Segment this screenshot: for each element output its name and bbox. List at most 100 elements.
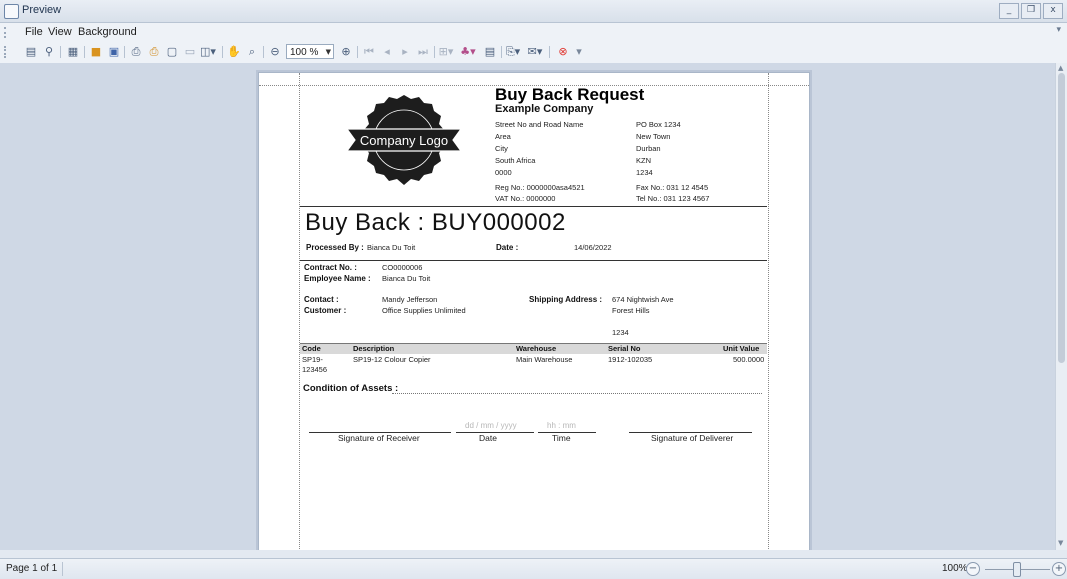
window-controls: _ ❒ x [999,3,1063,19]
company-logo: Company Logo [345,95,463,185]
signature-date-label: Date [479,433,497,443]
next-page-icon[interactable]: ▸ [397,44,413,60]
row-code: SP19- [302,355,323,364]
hand-tool-icon[interactable]: ✋ [226,44,242,60]
company-name: Example Company [495,103,594,115]
toolbar-grip [4,46,6,58]
menu-background[interactable]: Background [78,26,137,38]
column-header-unit-value: Unit Value [723,344,760,353]
toolbar-separator [263,46,264,58]
vertical-scroll-thumb[interactable] [1058,73,1065,363]
menu-bar: File View Background ▾ [0,23,1067,41]
scale-icon[interactable]: ◫▾ [200,44,216,60]
address-line: Street No and Road Name [495,120,584,129]
reg-no: Reg No.: 0000000asa4521 [495,183,585,192]
postal-line: 1234 [636,168,653,177]
quick-print-icon[interactable]: ⎙ [146,44,162,60]
toolbar-separator [222,46,223,58]
zoom-out-icon[interactable]: ⊖ [267,44,283,60]
thumbnails-icon[interactable]: ▦ [65,44,81,60]
date-label: Date : [496,243,519,252]
menu-overflow-chevron-icon[interactable]: ▾ [1056,25,1061,35]
zoom-combobox[interactable]: 100 % ▼ [286,44,334,59]
document-map-icon[interactable]: ▤ [23,44,39,60]
save-icon[interactable]: ▣ [106,44,122,60]
shipping-line: Forest Hills [612,306,650,315]
send-email-icon[interactable]: ✉▾ [527,44,543,60]
preview-app-icon [4,4,19,19]
header-footer-icon[interactable]: ▭ [182,44,198,60]
shipping-address-label: Shipping Address : [529,295,603,304]
dropdown-arrow-icon[interactable]: ▼ [326,45,331,60]
page-margin-right [768,73,769,550]
postal-line: Durban [636,144,661,153]
vat-no: VAT No.: 0000000 [495,194,556,203]
menu-view[interactable]: View [48,26,72,38]
toolbar-separator [501,46,502,58]
scroll-up-icon[interactable]: ▲ [1058,64,1063,72]
logo-text: Company Logo [360,133,448,148]
open-icon[interactable]: ■ [88,44,104,60]
toolbar-separator [84,46,85,58]
scroll-down-icon[interactable]: ▼ [1058,539,1063,547]
row-code-cont: 123456 [302,365,328,374]
toolbar-separator [60,46,61,58]
contact-value: Mandy Jefferson [382,295,438,304]
header-divider [300,206,767,207]
page-info: Page 1 of 1 [6,563,58,574]
minimize-button[interactable]: _ [999,3,1019,19]
row-serial: 1912-102035 [608,355,653,364]
signature-receiver-label: Signature of Receiver [338,433,420,443]
close-preview-icon[interactable]: ⊗ [555,44,571,60]
details-divider [300,260,767,261]
customer-value: Office Supplies Unlimited [382,306,466,315]
contact-label: Contact : [304,295,339,304]
toolbar-separator [124,46,125,58]
address-line: City [495,144,508,153]
fax-no: Fax No.: 031 12 4545 [636,183,709,192]
toolbar-separator [549,46,550,58]
customer-label: Customer : [304,306,347,315]
status-bar: Page 1 of 1 100% − + [0,558,1067,579]
page-color-icon[interactable]: ♣▾ [460,44,476,60]
first-page-icon[interactable]: ⏮ [361,44,377,60]
horizontal-scrollbar[interactable] [0,550,1067,558]
address-line: Area [495,132,511,141]
magnifier-icon[interactable]: ⌕ [244,44,260,60]
date-placeholder: dd / mm / yyyy [465,421,517,430]
column-header-warehouse: Warehouse [516,344,557,353]
toolbar-separator [434,46,435,58]
toolbar-overflow-chevron-icon[interactable]: ▾ [571,44,587,60]
window-title: Preview [22,4,62,16]
page-margin-left [299,73,300,550]
postal-line: KZN [636,156,651,165]
status-separator [62,562,63,576]
document-viewer[interactable]: Company Logo Buy Back Request Example Co… [0,63,1055,550]
find-icon[interactable]: ⚲ [41,44,57,60]
vertical-scrollbar[interactable]: ▲ ▼ [1055,63,1067,550]
watermark-icon[interactable]: ▤ [482,44,498,60]
last-page-icon[interactable]: ⏭ [415,44,431,60]
shipping-line: 1234 [612,328,629,337]
zoom-in-button[interactable]: + [1052,562,1066,576]
condition-label: Condition of Assets : [303,383,399,394]
zoom-in-icon[interactable]: ⊕ [338,44,354,60]
postal-line: PO Box 1234 [636,120,681,129]
page-setup-icon[interactable]: ▢ [164,44,180,60]
row-description: SP19-12 Colour Copier [353,355,431,364]
zoom-slider-thumb[interactable] [1013,562,1021,577]
export-icon[interactable]: ⎘▾ [505,44,521,60]
previous-page-icon[interactable]: ◂ [379,44,395,60]
window-titlebar: Preview _ ❒ x [0,0,1067,23]
print-icon[interactable]: ⎙ [128,44,144,60]
menu-file[interactable]: File [25,26,43,38]
column-header-serial: Serial No [608,344,641,353]
date-value: 14/06/2022 [574,243,612,252]
restore-button[interactable]: ❒ [1021,3,1041,19]
zoom-out-button[interactable]: − [966,562,980,576]
employee-value: Bianca Du Toit [382,274,431,283]
close-button[interactable]: x [1043,3,1063,19]
processed-by-value: Bianca Du Toit [367,243,416,252]
row-unit-value: 500.0000 [733,355,765,364]
multiple-pages-icon[interactable]: ⊞▾ [438,44,454,60]
